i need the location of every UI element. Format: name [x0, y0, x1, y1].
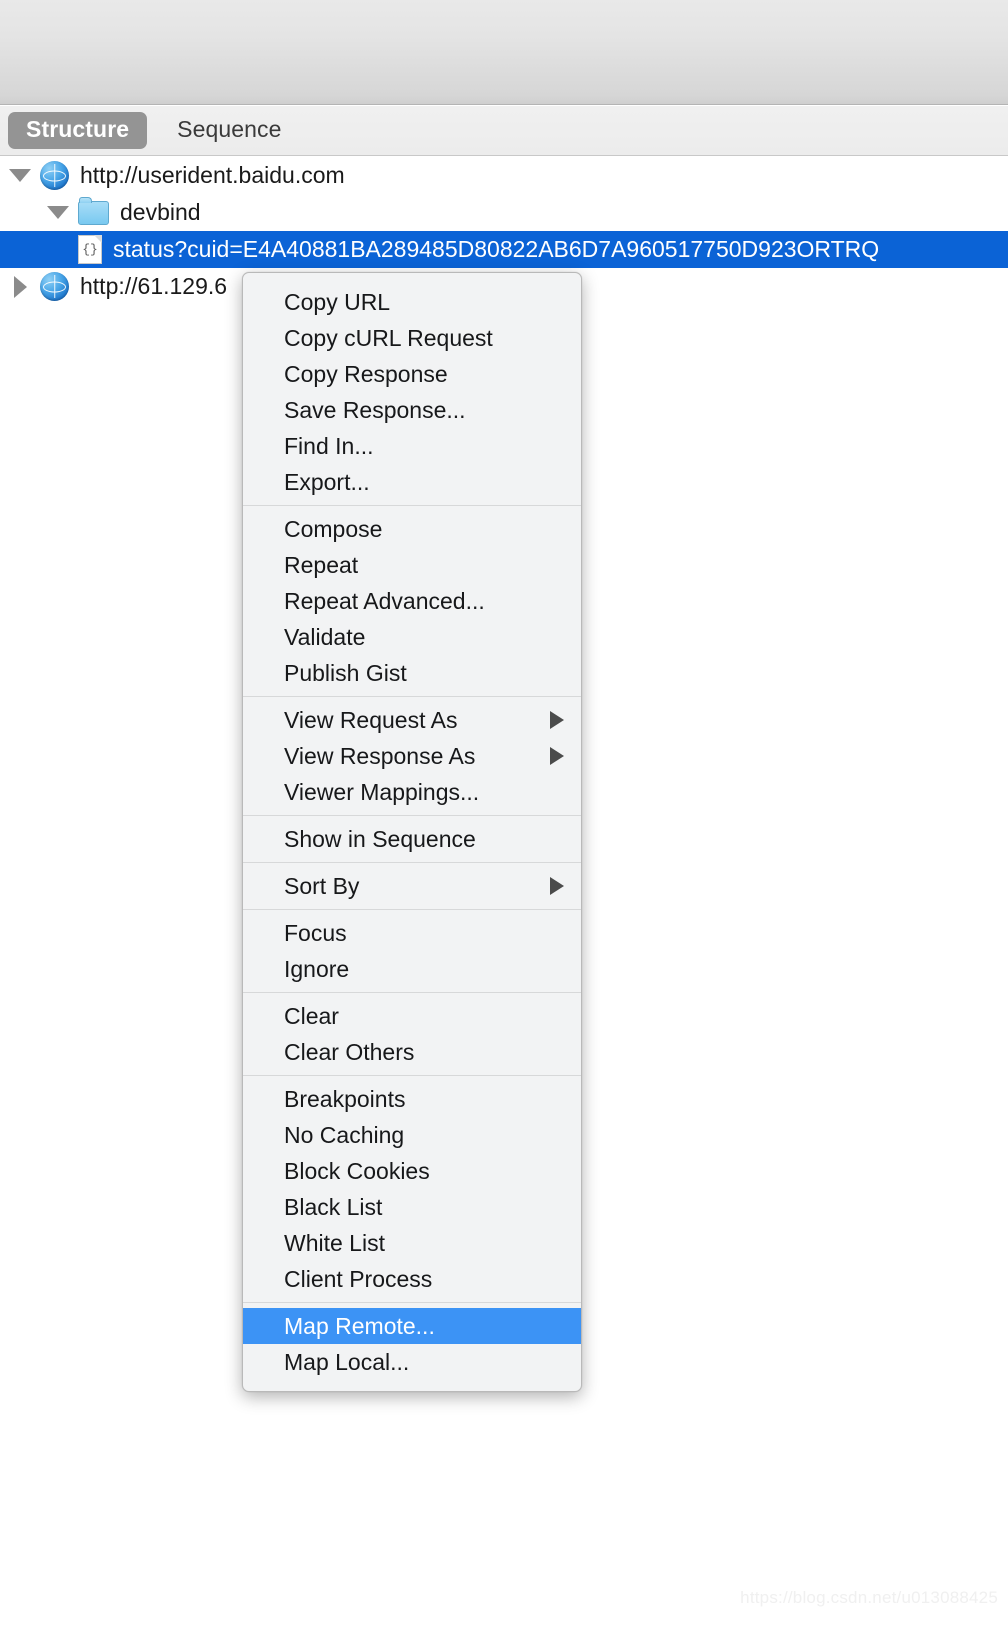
menu-item-ignore[interactable]: Ignore	[243, 951, 581, 987]
menu-item-white-list[interactable]: White List	[243, 1225, 581, 1261]
menu-item-copy-response[interactable]: Copy Response	[243, 356, 581, 392]
menu-item-map-remote[interactable]: Map Remote...	[243, 1308, 581, 1344]
menu-item-save-response[interactable]: Save Response...	[243, 392, 581, 428]
disclosure-triangle-slot[interactable]	[38, 206, 78, 219]
menu-item-label: Sort By	[284, 872, 360, 899]
menu-group-tools: Breakpoints No Caching Block Cookies Bla…	[243, 1075, 581, 1302]
menu-group-sort: Sort By	[243, 862, 581, 909]
tab-sequence[interactable]: Sequence	[159, 112, 299, 149]
menu-item-copy-url[interactable]: Copy URL	[243, 284, 581, 320]
menu-group-sequence: Show in Sequence	[243, 815, 581, 862]
submenu-arrow-icon	[550, 711, 564, 729]
submenu-arrow-icon	[550, 747, 564, 765]
menu-item-export[interactable]: Export...	[243, 464, 581, 500]
menu-item-find-in[interactable]: Find In...	[243, 428, 581, 464]
menu-item-publish-gist[interactable]: Publish Gist	[243, 655, 581, 691]
tree-row-label: http://61.129.6	[80, 273, 228, 299]
globe-icon	[40, 161, 69, 190]
menu-group-compose: Compose Repeat Repeat Advanced... Valida…	[243, 505, 581, 696]
menu-item-repeat-advanced[interactable]: Repeat Advanced...	[243, 583, 581, 619]
tab-structure[interactable]: Structure	[8, 112, 148, 149]
tree-row-label: http://userident.baidu.com	[80, 162, 345, 188]
menu-item-copy-curl-request[interactable]: Copy cURL Request	[243, 320, 581, 356]
submenu-arrow-icon	[550, 877, 564, 895]
menu-item-label: View Response As	[284, 742, 476, 769]
menu-item-clear[interactable]: Clear	[243, 998, 581, 1034]
tree-row-folder-devbind[interactable]: devbind	[0, 194, 1008, 231]
menu-item-view-request-as[interactable]: View Request As	[243, 702, 581, 738]
top-toolbar	[0, 0, 1008, 105]
chevron-right-icon[interactable]	[13, 275, 27, 298]
chevron-down-icon[interactable]	[47, 206, 69, 219]
tree-row-host-userident[interactable]: http://userident.baidu.com	[0, 157, 1008, 194]
menu-item-compose[interactable]: Compose	[243, 511, 581, 547]
menu-item-repeat[interactable]: Repeat	[243, 547, 581, 583]
disclosure-triangle-slot[interactable]	[0, 275, 40, 298]
folder-icon	[78, 196, 109, 225]
menu-item-client-process[interactable]: Client Process	[243, 1261, 581, 1297]
menu-group-map: Map Remote... Map Local...	[243, 1302, 581, 1385]
menu-group-clear: Clear Clear Others	[243, 992, 581, 1075]
menu-item-show-in-sequence[interactable]: Show in Sequence	[243, 821, 581, 857]
json-file-icon: {}	[78, 235, 102, 264]
menu-item-map-local[interactable]: Map Local...	[243, 1344, 581, 1380]
globe-icon	[40, 272, 69, 301]
menu-item-clear-others[interactable]: Clear Others	[243, 1034, 581, 1070]
tree-row-label: status?cuid=E4A40881BA289485D80822AB6D7A…	[113, 236, 880, 262]
menu-item-sort-by[interactable]: Sort By	[243, 868, 581, 904]
menu-item-viewer-mappings[interactable]: Viewer Mappings...	[243, 774, 581, 810]
menu-group-view: View Request As View Response As Viewer …	[243, 696, 581, 815]
chevron-down-icon[interactable]	[9, 169, 31, 182]
menu-item-black-list[interactable]: Black List	[243, 1189, 581, 1225]
menu-item-breakpoints[interactable]: Breakpoints	[243, 1081, 581, 1117]
menu-item-label: View Request As	[284, 706, 458, 733]
menu-item-validate[interactable]: Validate	[243, 619, 581, 655]
menu-group-focus: Focus Ignore	[243, 909, 581, 992]
context-menu[interactable]: Copy URL Copy cURL Request Copy Response…	[242, 272, 582, 1392]
menu-item-block-cookies[interactable]: Block Cookies	[243, 1153, 581, 1189]
watermark-text: https://blog.csdn.net/u013088425	[740, 1588, 998, 1607]
menu-group-copy: Copy URL Copy cURL Request Copy Response…	[243, 279, 581, 505]
tab-bar: Structure Sequence	[0, 106, 1008, 156]
disclosure-triangle-slot[interactable]	[0, 169, 40, 182]
tree-row-label: devbind	[120, 199, 201, 225]
menu-item-focus[interactable]: Focus	[243, 915, 581, 951]
menu-item-view-response-as[interactable]: View Response As	[243, 738, 581, 774]
menu-item-no-caching[interactable]: No Caching	[243, 1117, 581, 1153]
tree-row-request-status[interactable]: {} status?cuid=E4A40881BA289485D80822AB6…	[0, 231, 1008, 268]
